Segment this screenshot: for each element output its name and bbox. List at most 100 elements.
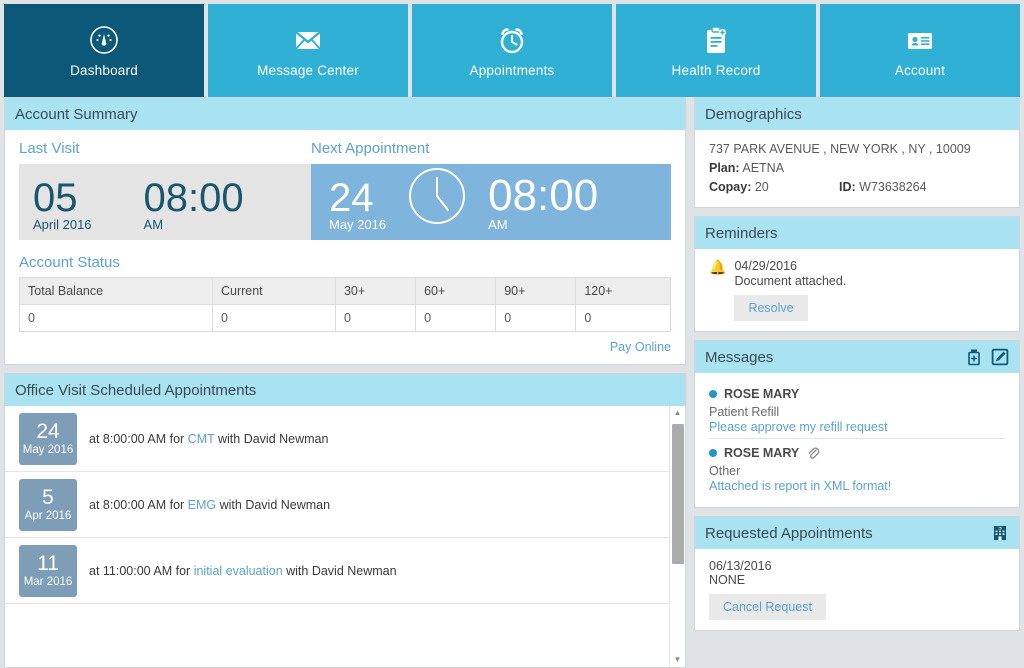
appointment-reason-link[interactable]: initial evaluation: [194, 564, 283, 578]
panel-title: Requested Appointments: [705, 524, 873, 542]
main-navigation: Dashboard Message Center Appointments He…: [0, 0, 1024, 97]
col-90plus: 90+: [495, 277, 577, 305]
appointment-provider: with David Newman: [216, 497, 331, 512]
gauge-icon: [87, 23, 121, 57]
id-label: ID:: [839, 180, 856, 194]
panel-title: Reminders: [705, 224, 778, 242]
patient-address: 737 PARK AVENUE , NEW YORK , NY , 10009: [709, 142, 971, 156]
unread-dot-icon: [709, 390, 717, 398]
next-appointment-label: Next Appointment: [311, 140, 430, 157]
account-summary-body: Last Visit Next Appointment 05 April 201…: [5, 130, 685, 364]
panel-title: Account Summary: [15, 105, 138, 123]
envelope-icon: [291, 23, 325, 57]
badge-month: Mar 2016: [23, 576, 73, 588]
message-sender: ROSE MARY: [724, 446, 800, 460]
appointments-scrollbar[interactable]: ▲ ▼: [669, 406, 685, 667]
request-status: NONE: [709, 573, 746, 587]
cell-30plus: 0: [334, 304, 417, 332]
account-status-table: Total Balance Current 30+ 60+ 90+ 120+ 0…: [19, 277, 671, 332]
scroll-up-arrow[interactable]: ▲: [674, 406, 682, 420]
appointment-text: at 8:00:00 AM for CMT with David Newman: [89, 432, 328, 446]
office-visits-header: Office Visit Scheduled Appointments: [5, 374, 685, 406]
office-visits-panel: Office Visit Scheduled Appointments 24 M…: [4, 373, 686, 668]
plan-value: AETNA: [742, 161, 785, 175]
panel-title: Messages: [705, 348, 774, 366]
appointment-provider: with David Newman: [282, 563, 397, 578]
cell-total-balance: 0: [19, 304, 213, 332]
cancel-request-button[interactable]: Cancel Request: [709, 594, 826, 620]
plan-label: Plan:: [709, 161, 740, 175]
badge-day: 24: [36, 420, 60, 443]
panel-title: Office Visit Scheduled Appointments: [15, 381, 257, 399]
clock-icon: [406, 165, 468, 231]
message-subject: Other: [709, 464, 741, 478]
alarm-clock-icon: [495, 23, 529, 57]
appointment-reason-link[interactable]: CMT: [188, 432, 215, 446]
list-item[interactable]: ROSE MARY Patient Refill Please approve …: [709, 383, 1005, 438]
reminder-text: Document attached.: [734, 274, 847, 288]
cell-current: 0: [211, 304, 336, 332]
nav-item-dashboard[interactable]: Dashboard: [4, 4, 204, 97]
appointment-reason-link[interactable]: EMG: [188, 498, 216, 512]
reminder-date: 04/29/2016: [734, 259, 797, 273]
next-appointment-month-year: May 2016: [329, 217, 387, 232]
hospital-icon[interactable]: [991, 524, 1009, 542]
appointment-text: at 11:00:00 AM for initial evaluation wi…: [89, 564, 397, 578]
badge-day: 11: [37, 552, 59, 575]
right-column: Demographics 737 PARK AVENUE , NEW YORK …: [694, 97, 1020, 668]
request-date: 06/13/2016: [709, 559, 772, 573]
compose-icon[interactable]: [991, 348, 1009, 366]
medication-bottle-icon[interactable]: [965, 348, 983, 366]
nav-label: Health Record: [671, 63, 761, 78]
list-item[interactable]: 24 May 2016 at 8:00:00 AM for CMT with D…: [5, 406, 669, 472]
plan-row: Plan: AETNA: [709, 159, 1005, 178]
nav-item-account[interactable]: Account: [820, 4, 1020, 97]
message-preview[interactable]: Attached is report in XML format!: [709, 479, 1005, 493]
list-item[interactable]: 11 Mar 2016 at 11:00:00 AM for initial e…: [5, 538, 669, 604]
account-status-label: Account Status: [19, 254, 120, 271]
last-visit-label: Last Visit: [19, 140, 80, 157]
list-item[interactable]: ROSE MARY Other Attached is report in XM…: [709, 438, 1005, 497]
next-appointment-box: 24 May 2016 08:00 AM: [311, 164, 671, 240]
message-sender: ROSE MARY: [724, 387, 800, 401]
paperclip-icon: [806, 446, 820, 460]
last-visit-day: 05: [33, 176, 78, 220]
list-item[interactable]: 5 Apr 2016 at 8:00:00 AM for EMG with Da…: [5, 472, 669, 538]
copay-value: 20: [754, 180, 769, 194]
scrollbar-track[interactable]: [670, 420, 685, 653]
account-summary-panel: Account Summary Last Visit Next Appointm…: [4, 97, 686, 365]
last-visit-meridiem: AM: [143, 217, 164, 232]
next-appointment-meridiem: AM: [488, 217, 508, 232]
next-appointment-day: 24: [329, 176, 374, 220]
message-preview[interactable]: Please approve my refill request: [709, 420, 1005, 434]
left-column: Account Summary Last Visit Next Appointm…: [4, 97, 686, 668]
nav-item-message-center[interactable]: Message Center: [208, 4, 408, 97]
table-header-row: Total Balance Current 30+ 60+ 90+ 120+: [19, 277, 671, 305]
requested-appointments-panel: Requested Appointments 06/13/2016 NONE C…: [694, 516, 1020, 631]
scroll-down-arrow[interactable]: ▼: [674, 653, 682, 667]
appointment-time-pre: at 8:00:00 AM for: [89, 497, 188, 512]
messages-body: ROSE MARY Patient Refill Please approve …: [695, 373, 1019, 507]
next-appointment-time: 08:00: [488, 171, 599, 220]
copay-group: Copay: 20: [709, 178, 839, 197]
id-value: W73638264: [859, 180, 927, 194]
nav-label: Account: [894, 63, 946, 78]
account-summary-header: Account Summary: [5, 98, 685, 130]
scrollbar-thumb[interactable]: [672, 424, 684, 564]
col-60plus: 60+: [415, 277, 497, 305]
nav-item-appointments[interactable]: Appointments: [412, 4, 612, 97]
office-visits-list: 24 May 2016 at 8:00:00 AM for CMT with D…: [5, 406, 669, 667]
badge-month: May 2016: [22, 444, 74, 456]
nav-item-health-record[interactable]: Health Record: [616, 4, 816, 97]
bell-icon: 🔔: [709, 259, 727, 275]
messages-header: Messages: [695, 341, 1019, 373]
messages-panel: Messages ROSE MARY Patient Refill Please…: [694, 340, 1020, 508]
cell-90plus: 0: [495, 304, 577, 332]
pay-online-link[interactable]: Pay Online: [19, 340, 671, 354]
id-group: ID: W73638264: [839, 178, 927, 197]
dashboard-body: Account Summary Last Visit Next Appointm…: [0, 97, 1024, 668]
resolve-button[interactable]: Resolve: [734, 295, 808, 321]
table-row: 0 0 0 0 0 0: [19, 304, 671, 332]
messages-header-actions: [965, 348, 1009, 366]
office-visits-scroll-area: 24 May 2016 at 8:00:00 AM for CMT with D…: [5, 406, 685, 667]
